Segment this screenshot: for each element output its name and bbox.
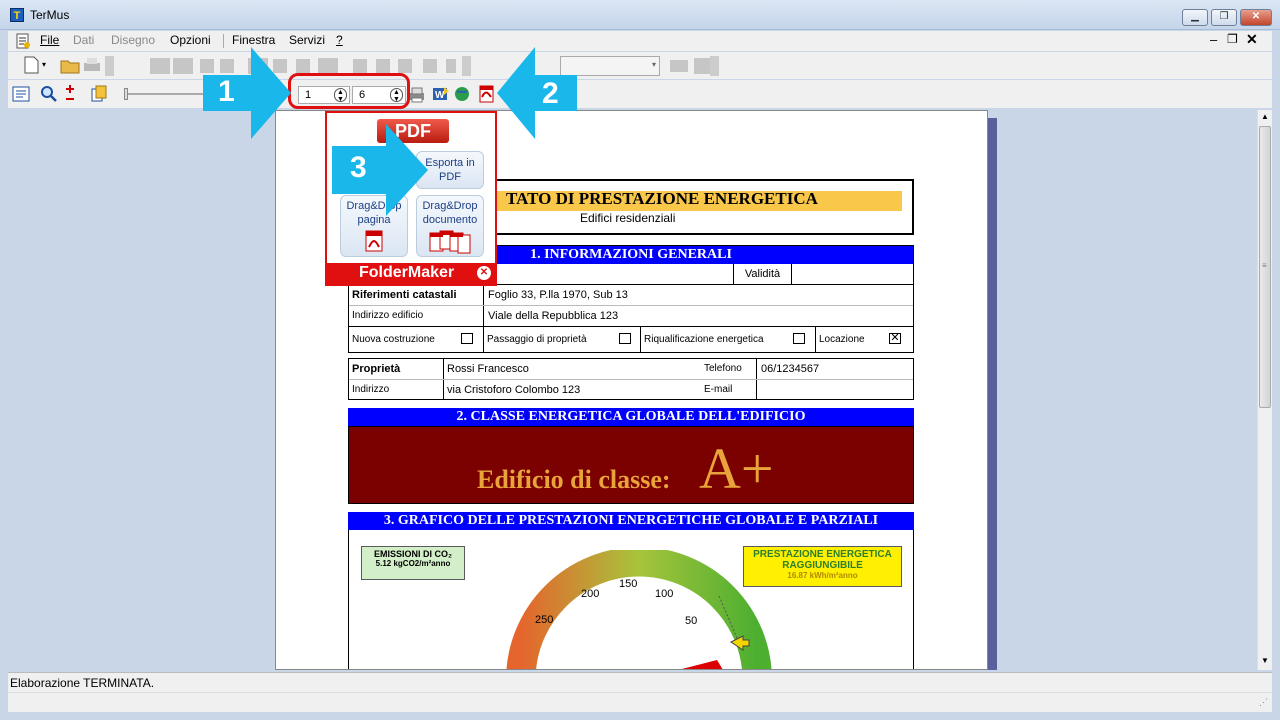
open-folder-icon[interactable] <box>60 56 80 74</box>
check-requalification-label: Riqualificazione energetica <box>644 334 764 345</box>
callout-arrow-1 <box>203 47 291 139</box>
cadastral-value: Foglio 33, P.lla 1970, Sub 13 <box>488 289 628 301</box>
cadastral-label: Riferimenti catastali <box>352 289 457 301</box>
zoom-icon[interactable] <box>40 85 58 103</box>
document-subtitle: Edifici residenziali <box>580 211 676 225</box>
document-menu-icon[interactable] <box>14 32 32 50</box>
word-export-icon[interactable]: W <box>432 85 450 103</box>
page-shadow <box>988 118 997 670</box>
building-address-value: Viale della Repubblica 123 <box>488 310 619 322</box>
gauge-tick-100: 100 <box>655 588 674 600</box>
check-requalification-box[interactable] <box>793 333 805 344</box>
phone-label: Telefono <box>704 363 742 374</box>
scroll-up-icon[interactable]: ▲ <box>1261 112 1269 121</box>
energy-class-value: A+ <box>699 436 774 501</box>
pdf-export-icon[interactable] <box>478 85 496 103</box>
gauge-tick-150: 150 <box>619 578 638 590</box>
toolbar-overflow[interactable] <box>710 56 719 76</box>
check-rental-label: Locazione <box>819 334 865 345</box>
section-2-header: 2. CLASSE ENERGETICA GLOBALE DELL'EDIFIC… <box>348 408 914 426</box>
owner-info: Proprietà Rossi Francesco Telefono 06/12… <box>348 358 914 400</box>
menu-opzioni[interactable]: Opzioni <box>170 33 211 47</box>
document-title: TATO DI PRESTAZIONE ENERGETICA <box>506 189 818 208</box>
resize-grip-icon[interactable]: ⋰ <box>1259 697 1268 708</box>
menu-bar: File Dati Disegno Opzioni Finestra Servi… <box>8 31 1272 51</box>
window-title: TerMus <box>30 8 70 22</box>
energy-gauge <box>506 550 772 669</box>
callout-number-2: 2 <box>542 77 559 110</box>
menu-help[interactable]: ? <box>336 33 343 47</box>
energy-class-box: Edificio di classe: A+ <box>348 426 914 504</box>
gauge-tick-250: 250 <box>535 614 554 626</box>
callout-arrow-2 <box>497 47 577 139</box>
owner-address-value: via Cristoforo Colombo 123 <box>447 384 581 396</box>
print-icon[interactable] <box>82 56 102 74</box>
foldermaker-brand: FolderMaker <box>359 264 455 281</box>
status-bar-lower: ⋰ <box>8 692 1272 712</box>
vertical-scrollbar[interactable]: ▲ ≡ ▼ <box>1257 110 1272 670</box>
emissions-value: 5.12 kgCO2/m²anno <box>375 559 451 568</box>
foldermaker-footer: FolderMaker ✕ <box>327 263 495 284</box>
check-new-construction-box[interactable] <box>461 333 473 344</box>
pdf-documents-icon <box>429 230 471 254</box>
new-dropdown-icon[interactable]: ▾ <box>42 60 46 69</box>
web-export-icon[interactable] <box>454 85 472 103</box>
check-transfer-label: Passaggio di proprietà <box>487 334 587 345</box>
zoom-plus-minus-icon[interactable] <box>64 85 78 103</box>
email-label: E-mail <box>704 384 733 395</box>
toolbar-row-2: 1 ▲ ▼ 6 ▲ ▼ W <box>8 73 1272 109</box>
gauge-tick-200: 200 <box>581 588 600 600</box>
validity-label: Validità <box>733 264 792 284</box>
section-3-header: 3. GRAFICO DELLE PRESTAZIONI ENERGETICHE… <box>348 512 914 530</box>
zoom-slider[interactable] <box>124 86 204 102</box>
toolbar-overflow[interactable] <box>105 56 114 76</box>
owner-address-label: Indirizzo <box>352 384 390 395</box>
chart-area: EMISSIONI DI CO₂ 5.12 kgCO2/m²anno PREST… <box>348 530 914 669</box>
minimize-button[interactable]: ▁ <box>1182 9 1208 26</box>
mdi-restore-icon[interactable]: ❐ <box>1227 32 1238 46</box>
mdi-close-icon[interactable]: ✕ <box>1246 31 1258 48</box>
owner-value: Rossi Francesco <box>447 363 529 375</box>
toolbar-overflow[interactable] <box>462 56 471 76</box>
menu-servizi[interactable]: Servizi <box>289 33 325 47</box>
svg-text:W: W <box>435 90 445 101</box>
popup-close-icon[interactable]: ✕ <box>477 266 491 280</box>
new-document-icon[interactable] <box>22 56 42 74</box>
emissions-title: EMISSIONI DI CO₂ <box>373 549 452 559</box>
callout-number-3: 3 <box>350 151 367 184</box>
building-address-label: Indirizzo edificio <box>352 310 424 321</box>
phone-value: 06/1234567 <box>761 363 820 375</box>
pdf-page-icon <box>365 230 383 252</box>
highlight-box-1 <box>288 73 410 109</box>
menu-finestra[interactable]: Finestra <box>232 33 275 47</box>
copy-pages-icon[interactable] <box>90 85 108 103</box>
callout-arrow-3 <box>332 124 428 216</box>
status-text: Elaborazione TERMINATA. <box>10 676 155 690</box>
layer-tools-icon <box>670 58 710 74</box>
scroll-down-icon[interactable]: ▼ <box>1261 656 1269 665</box>
title-bar: T TerMus ▁ ❐ ✕ <box>0 0 1280 30</box>
toolbar-row-1: ▾ ▾ <box>8 52 1272 79</box>
check-transfer-box[interactable] <box>619 333 631 344</box>
app-icon: T <box>10 8 24 22</box>
menu-file[interactable]: File <box>40 33 59 47</box>
menu-disegno[interactable]: Disegno <box>111 33 155 47</box>
printer-icon[interactable] <box>408 86 426 104</box>
menu-separator <box>223 34 224 48</box>
preview-icon[interactable] <box>12 85 30 103</box>
status-bar: Elaborazione TERMINATA. <box>8 672 1272 692</box>
gauge-tick-50: 50 <box>685 615 698 627</box>
menu-dati[interactable]: Dati <box>73 33 94 47</box>
emissions-box: EMISSIONI DI CO₂ 5.12 kgCO2/m²anno <box>361 546 465 580</box>
check-rental-box[interactable]: ✕ <box>889 333 901 344</box>
mdi-minimize-icon[interactable]: – <box>1210 32 1217 47</box>
energy-class-label: Edificio di classe: <box>477 465 671 494</box>
scroll-thumb[interactable]: ≡ <box>1259 126 1271 408</box>
maximize-button[interactable]: ❐ <box>1211 9 1237 26</box>
check-new-construction-label: Nuova costruzione <box>352 334 435 345</box>
owner-label: Proprietà <box>352 363 401 375</box>
close-button[interactable]: ✕ <box>1240 9 1272 26</box>
callout-number-1: 1 <box>218 75 235 108</box>
